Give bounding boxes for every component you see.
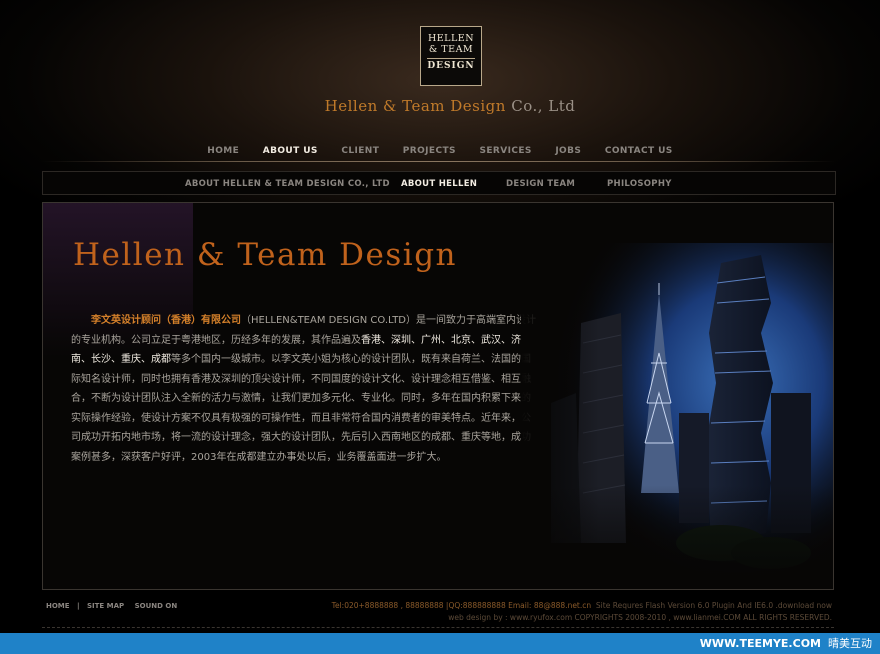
nav-projects[interactable]: PROJECTS <box>403 146 456 156</box>
brand-suffix: Co., Ltd <box>511 97 576 115</box>
watermark-bar: WWW.TEEMYE.COM 晴美互动 <box>0 633 880 654</box>
about-text-2: 等多个国内一级城市。以李文英小姐为核心的设计团队，既有来自荷兰、法国的国际知名设… <box>71 354 531 463</box>
footer-divider <box>42 627 834 629</box>
footer-sound-toggle[interactable]: SOUND ON <box>135 602 178 610</box>
nav-services[interactable]: SERVICES <box>479 146 531 156</box>
footer-links: HOME | SITE MAP SOUND ON <box>46 602 177 610</box>
subnav-philosophy[interactable]: PHILOSOPHY <box>607 179 672 189</box>
footer-contact: Tel:020+8888888 , 88888888 |QQ:888888888… <box>331 601 592 610</box>
company-name: 李文英设计顾问（香港）有限公司 <box>91 315 241 326</box>
subnav-about-hellen[interactable]: ABOUT HELLEN <box>401 179 477 189</box>
nav-about-us[interactable]: ABOUT US <box>263 146 318 156</box>
subnav-design-team[interactable]: DESIGN TEAM <box>506 179 575 189</box>
brand-main: Hellen & Team Design <box>324 97 506 115</box>
footer-sitemap-link[interactable]: SITE MAP <box>87 602 124 610</box>
watermark-url: WWW.TEEMYE.COM <box>699 637 821 650</box>
footer-flash-note[interactable]: Site Requres Flash Version 6.0 Plugin An… <box>596 601 832 610</box>
footer-info: Tel:020+8888888 , 88888888 |QQ:888888888… <box>332 600 832 624</box>
logo-line-1: HELLEN <box>427 33 475 44</box>
city-skyline-image <box>521 243 833 589</box>
footer-credit: web design by : www.ryufox.com COPYRIGHT… <box>448 613 832 622</box>
nav-home[interactable]: HOME <box>207 146 239 156</box>
logo-line-2: & TEAM <box>428 44 474 55</box>
logo[interactable]: HELLEN & TEAM DESIGN <box>420 26 482 86</box>
watermark-name: 晴美互动 <box>828 637 872 650</box>
nav-client[interactable]: CLIENT <box>341 146 379 156</box>
page: HELLEN & TEAM DESIGN Hellen & Team Desig… <box>0 0 880 654</box>
content-panel: Hellen & Team Design 李文英设计顾问（香港）有限公司（HEL… <box>42 202 834 590</box>
footer-home-link[interactable]: HOME <box>46 602 70 610</box>
nav-contact-us[interactable]: CONTACT US <box>605 146 673 156</box>
main-nav: HOME ABOUT US CLIENT PROJECTS SERVICES J… <box>0 146 880 156</box>
logo-divider <box>427 58 475 59</box>
brand-name: Hellen & Team Design Co., Ltd <box>300 97 600 115</box>
company-name-en: （HELLEN&TEAM DESIGN CO.LTD） <box>241 315 417 326</box>
footer-separator: | <box>77 602 80 610</box>
subnav-about-company[interactable]: ABOUT HELLEN & TEAM DESIGN CO., LTD <box>185 179 390 189</box>
about-paragraph: 李文英设计顾问（香港）有限公司（HELLEN&TEAM DESIGN CO.LT… <box>71 311 537 467</box>
logo-line-3: DESIGN <box>427 61 475 71</box>
nav-jobs[interactable]: JOBS <box>555 146 581 156</box>
sub-nav: ABOUT HELLEN & TEAM DESIGN CO., LTD ABOU… <box>42 171 836 195</box>
nav-divider <box>42 161 836 162</box>
page-title: Hellen & Team Design <box>73 237 458 273</box>
